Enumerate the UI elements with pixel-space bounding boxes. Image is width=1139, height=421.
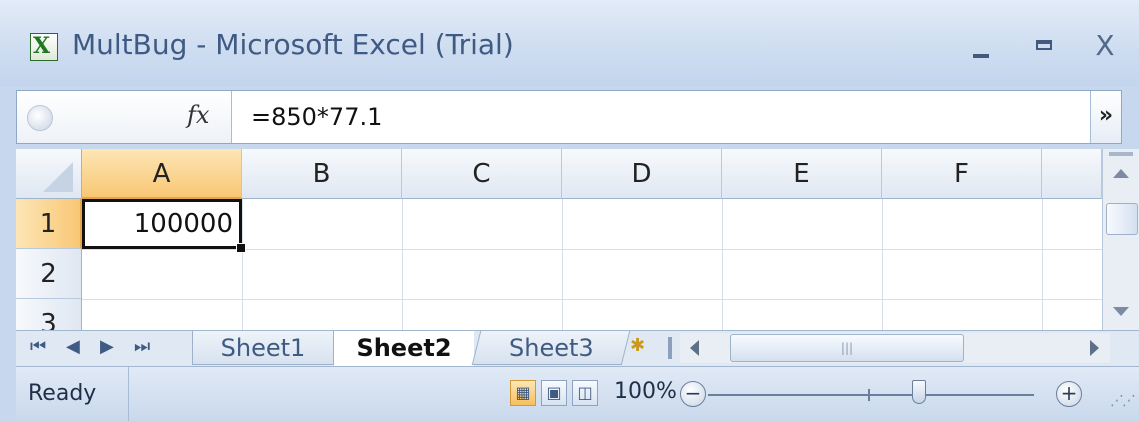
close-icon: X bbox=[1095, 29, 1115, 62]
row-header-2[interactable]: 2 bbox=[16, 249, 82, 299]
close-button[interactable]: X bbox=[1080, 24, 1130, 68]
zoom-out-button[interactable]: − bbox=[680, 381, 706, 407]
split-box[interactable] bbox=[1109, 152, 1133, 156]
zoom-slider-thumb[interactable] bbox=[912, 380, 926, 404]
expand-formula-bar-button[interactable]: » bbox=[1090, 91, 1121, 143]
tab-sheet1[interactable]: Sheet1 bbox=[192, 331, 334, 365]
column-header-b[interactable]: B bbox=[242, 149, 402, 199]
horizontal-scrollbar[interactable]: ||| bbox=[680, 333, 1110, 363]
column-header-g[interactable] bbox=[1042, 149, 1102, 199]
column-header-e[interactable]: E bbox=[722, 149, 882, 199]
vertical-scrollbar[interactable] bbox=[1102, 149, 1139, 330]
zoom-slider-track[interactable] bbox=[708, 394, 1034, 396]
zoom-level[interactable]: 100% bbox=[614, 379, 677, 404]
status-text: Ready bbox=[16, 367, 129, 421]
column-header-a[interactable]: A bbox=[82, 149, 242, 199]
minimize-icon bbox=[973, 54, 989, 58]
excel-window: X MultBug - Microsoft Excel (Trial) X fx… bbox=[0, 0, 1139, 421]
resize-grip-icon[interactable]: ⋰⋰ bbox=[1110, 393, 1136, 409]
tab-sheet2[interactable]: Sheet2 bbox=[334, 331, 474, 367]
name-box[interactable]: fx bbox=[17, 91, 232, 143]
name-box-knob-icon[interactable] bbox=[27, 105, 53, 131]
scroll-right-icon[interactable] bbox=[1090, 340, 1099, 356]
sheet-tab-bar: ⏮ ◀ ▶ ⏭ Sheet1 Sheet2 Sheet3 ✱ ||| bbox=[16, 330, 1139, 367]
fill-handle[interactable] bbox=[236, 243, 246, 253]
row-header-3[interactable]: 3 bbox=[16, 299, 82, 330]
horizontal-scroll-thumb[interactable]: ||| bbox=[730, 334, 964, 362]
column-header-d[interactable]: D bbox=[562, 149, 722, 199]
insert-sheet-icon[interactable]: ✱ bbox=[630, 335, 654, 361]
next-sheet-icon[interactable]: ▶ bbox=[100, 336, 114, 357]
cell-a1[interactable]: 100000 bbox=[82, 199, 242, 249]
window-title: MultBug - Microsoft Excel (Trial) bbox=[72, 28, 514, 61]
tab-sheet3[interactable]: Sheet3 bbox=[471, 331, 631, 365]
scroll-up-icon[interactable] bbox=[1113, 169, 1129, 178]
first-sheet-icon[interactable]: ⏮ bbox=[30, 336, 46, 357]
page-layout-view-button[interactable]: ▣ bbox=[541, 380, 567, 406]
previous-sheet-icon[interactable]: ◀ bbox=[66, 336, 80, 357]
column-header-f[interactable]: F bbox=[882, 149, 1042, 199]
select-all-button[interactable] bbox=[16, 149, 82, 199]
scroll-left-icon[interactable] bbox=[690, 340, 699, 356]
scroll-down-icon[interactable] bbox=[1113, 307, 1129, 316]
page-break-preview-button[interactable]: ◫ bbox=[572, 380, 598, 406]
maximize-icon bbox=[1036, 40, 1052, 50]
vertical-scroll-thumb[interactable] bbox=[1106, 203, 1138, 235]
status-bar: Ready ▦ ▣ ◫ 100% − + ⋰⋰ bbox=[16, 366, 1139, 421]
last-sheet-icon[interactable]: ⏭ bbox=[134, 336, 150, 357]
zoom-in-button[interactable]: + bbox=[1056, 381, 1082, 407]
maximize-button[interactable] bbox=[1020, 24, 1070, 68]
minimize-button[interactable] bbox=[955, 24, 1005, 68]
insert-function-icon[interactable]: fx bbox=[187, 101, 209, 129]
row-header-1[interactable]: 1 bbox=[16, 199, 82, 249]
normal-view-button[interactable]: ▦ bbox=[510, 380, 536, 406]
excel-icon[interactable]: X bbox=[30, 33, 58, 61]
formula-bar: fx =850*77.1 » bbox=[16, 90, 1122, 144]
worksheet-grid[interactable]: A B C D E F 1 2 3 100000 bbox=[16, 149, 1102, 330]
column-header-c[interactable]: C bbox=[402, 149, 562, 199]
title-bar[interactable]: X MultBug - Microsoft Excel (Trial) X bbox=[0, 0, 1139, 86]
tab-sheet3-label: Sheet3 bbox=[508, 334, 594, 362]
zoom-slider-center-tick bbox=[868, 389, 870, 401]
formula-input[interactable]: =850*77.1 bbox=[251, 103, 382, 131]
tab-split-handle[interactable] bbox=[668, 337, 672, 359]
